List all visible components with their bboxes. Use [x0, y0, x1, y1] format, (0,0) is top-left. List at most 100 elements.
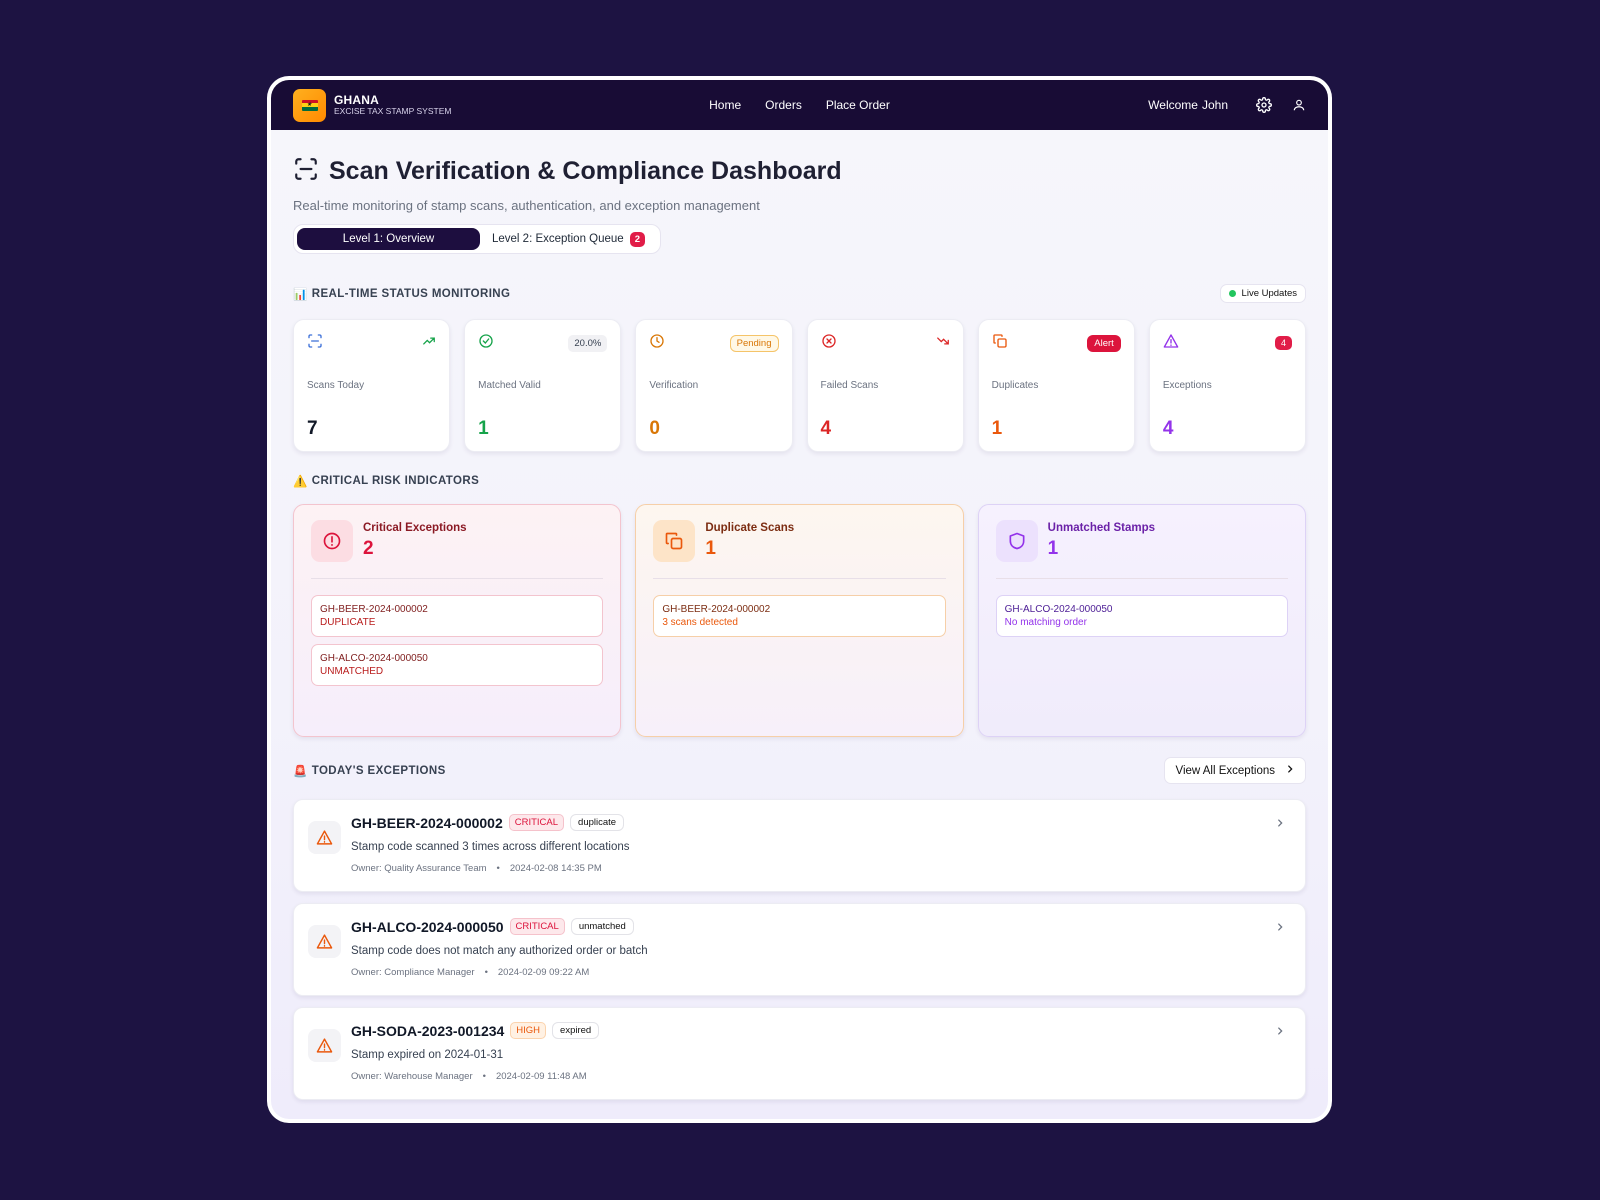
- user-profile-icon[interactable]: [1292, 98, 1306, 112]
- nav-home-link[interactable]: Home: [709, 98, 741, 112]
- stat-label: Exceptions: [1162, 380, 1212, 391]
- status-section-header: 📊 REAL-TIME STATUS MONITORING Live Updat…: [293, 284, 1306, 303]
- view-all-exceptions-button[interactable]: View All Exceptions: [1164, 757, 1306, 784]
- live-updates-label: Live Updates: [1241, 288, 1297, 299]
- tab-exception-queue[interactable]: Level 2: Exception Queue 2: [480, 228, 657, 250]
- x-circle-icon: [821, 333, 837, 354]
- app-frame: ★ GHANA EXCISE TAX STAMP SYSTEM Home Ord…: [267, 76, 1332, 1123]
- live-dot-icon: [1228, 290, 1236, 297]
- exception-queue-count-badge: 2: [629, 231, 645, 247]
- warning-icon: [308, 1029, 341, 1062]
- app-window: ★ GHANA EXCISE TAX STAMP SYSTEM Home Ord…: [271, 80, 1328, 1119]
- risk-title: Duplicate Scans: [705, 522, 795, 534]
- tab-overview[interactable]: Level 1: Overview: [297, 228, 480, 250]
- risk-title: Unmatched Stamps: [1047, 522, 1156, 534]
- stamp-code: GH-ALCO-2024-000050: [1004, 604, 1113, 615]
- meta-separator: •: [496, 863, 500, 874]
- page-subtitle: Real-time monitoring of stamp scans, aut…: [293, 198, 760, 213]
- risk-list-item[interactable]: GH-BEER-2024-000002 DUPLICATE: [311, 595, 604, 637]
- risk-count: 1: [705, 538, 716, 559]
- check-circle-icon: [478, 333, 494, 354]
- risk-count: 1: [1047, 538, 1059, 559]
- stat-label: Failed Scans: [820, 380, 879, 391]
- stat-card-duplicates[interactable]: Alert Duplicates 1: [977, 319, 1135, 452]
- copy-icon: [992, 333, 1008, 354]
- exception-timestamp: 2024-02-09 09:22 AM: [497, 967, 590, 978]
- stat-value: 0: [649, 418, 660, 439]
- risk-card-unmatched-stamps[interactable]: Unmatched Stamps 1 GH-ALCO-2024-000050 N…: [977, 504, 1306, 737]
- status-section-label: REAL-TIME STATUS MONITORING: [311, 287, 511, 300]
- ghana-flag-logo[interactable]: ★: [293, 88, 326, 122]
- stat-card-matched-valid[interactable]: 20.0% Matched Valid 1: [464, 319, 622, 452]
- exceptions-count-chip: 4: [1274, 336, 1292, 350]
- top-navbar: ★ GHANA EXCISE TAX STAMP SYSTEM Home Ord…: [271, 80, 1328, 130]
- scan-icon: [307, 333, 323, 354]
- risk-list-item[interactable]: GH-ALCO-2024-000050 No matching order: [995, 595, 1288, 637]
- warning-icon: [308, 925, 341, 958]
- risk-card-duplicate-scans[interactable]: Duplicate Scans 1 GH-BEER-2024-000002 3 …: [635, 504, 964, 737]
- risk-item-status: UNMATCHED: [320, 666, 384, 677]
- exceptions-section-label: TODAY'S EXCEPTIONS: [311, 764, 446, 777]
- stat-value: 7: [307, 418, 318, 439]
- exception-code: GH-SODA-2023-001234: [351, 1022, 505, 1039]
- alert-circle-icon: [311, 520, 353, 562]
- exception-row[interactable]: GH-ALCO-2024-000050 CRITICAL unmatched S…: [293, 903, 1306, 996]
- warning-emoji-icon: ⚠️: [293, 476, 308, 488]
- clock-icon: [649, 333, 665, 354]
- risk-count: 2: [363, 538, 374, 559]
- exception-timestamp: 2024-02-09 11:48 AM: [495, 1071, 587, 1082]
- stamp-code: GH-BEER-2024-000002: [320, 604, 428, 615]
- user-name: John: [1201, 98, 1228, 112]
- stat-card-exceptions[interactable]: 4 Exceptions 4: [1148, 319, 1306, 452]
- nav-orders-link[interactable]: Orders: [765, 98, 802, 112]
- risk-list-item[interactable]: GH-ALCO-2024-000050 UNMATCHED: [311, 644, 604, 686]
- exception-description: Stamp code does not match any authorized…: [351, 945, 648, 957]
- scan-icon: [293, 156, 319, 187]
- view-all-label: View All Exceptions: [1175, 764, 1275, 777]
- exception-code: GH-BEER-2024-000002: [351, 814, 503, 831]
- exception-row[interactable]: GH-SODA-2023-001234 HIGH expired Stamp e…: [293, 1007, 1306, 1100]
- settings-gear-icon[interactable]: [1256, 97, 1272, 113]
- brand: GHANA EXCISE TAX STAMP SYSTEM: [334, 94, 451, 116]
- exception-owner: Owner: Compliance Manager: [351, 967, 475, 978]
- chevron-right-icon[interactable]: [1275, 919, 1285, 937]
- trend-up-icon: [422, 334, 436, 353]
- main-content: Scan Verification & Compliance Dashboard…: [271, 130, 1328, 1100]
- stat-label: Matched Valid: [478, 380, 541, 391]
- nav-user-area: Welcome John: [1148, 97, 1306, 113]
- risk-section-label: CRITICAL RISK INDICATORS: [311, 475, 480, 487]
- risk-card-critical-exceptions[interactable]: Critical Exceptions 2 GH-BEER-2024-00000…: [293, 504, 622, 737]
- alert-chip: Alert: [1087, 334, 1121, 352]
- welcome-text: Welcome: [1148, 98, 1198, 112]
- risk-section-header: ⚠️ CRITICAL RISK INDICATORS: [293, 474, 1306, 488]
- brand-name: GHANA: [334, 93, 379, 108]
- nav-place-order-link[interactable]: Place Order: [826, 98, 890, 112]
- live-updates-badge: Live Updates: [1219, 284, 1306, 303]
- exception-owner: Owner: Warehouse Manager: [351, 1071, 473, 1082]
- exception-owner: Owner: Quality Assurance Team: [351, 863, 487, 874]
- severity-badge: HIGH: [510, 1022, 547, 1039]
- warning-icon: [308, 821, 341, 854]
- stat-card-verification[interactable]: Pending Verification 0: [635, 319, 793, 452]
- copy-icon: [653, 520, 696, 562]
- risk-item-status: DUPLICATE: [320, 617, 376, 628]
- brand-subtitle: EXCISE TAX STAMP SYSTEM: [334, 105, 452, 116]
- exception-timestamp: 2024-02-08 14:35 PM: [509, 863, 602, 874]
- page-title: Scan Verification & Compliance Dashboard: [329, 157, 842, 185]
- stat-card-failed-scans[interactable]: Failed Scans 4: [806, 319, 964, 452]
- stat-value: 1: [991, 418, 1003, 439]
- exception-type-chip: unmatched: [570, 918, 634, 935]
- risk-list-item[interactable]: GH-BEER-2024-000002 3 scans detected: [653, 595, 946, 637]
- stat-label: Duplicates: [991, 380, 1039, 391]
- chevron-right-icon[interactable]: [1275, 815, 1285, 833]
- exception-row[interactable]: GH-BEER-2024-000002 CRITICAL duplicate S…: [293, 799, 1306, 892]
- chevron-right-icon: [1285, 764, 1295, 777]
- warning-icon: [1163, 333, 1179, 354]
- exception-type-chip: duplicate: [570, 814, 625, 831]
- stat-label: Verification: [649, 380, 699, 391]
- stamp-code: GH-BEER-2024-000002: [662, 604, 771, 615]
- bar-chart-emoji-icon: 📊: [293, 288, 308, 301]
- chevron-right-icon[interactable]: [1275, 1023, 1285, 1041]
- stat-card-scans-today[interactable]: Scans Today 7: [293, 319, 451, 452]
- stat-value: 1: [478, 418, 489, 439]
